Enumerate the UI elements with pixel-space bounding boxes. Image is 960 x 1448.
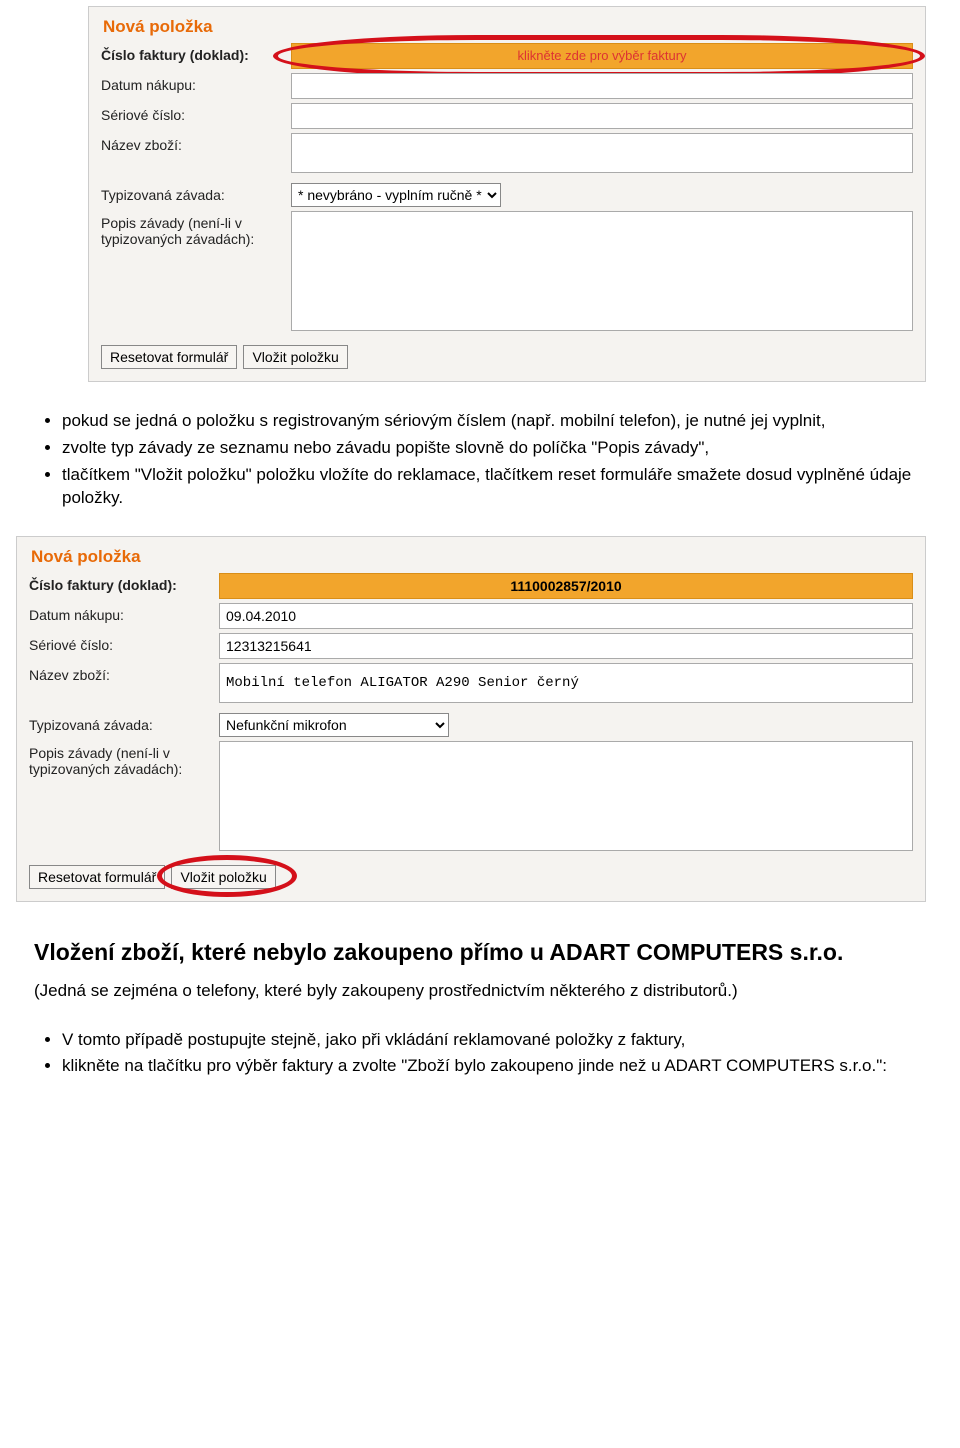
date-input[interactable] — [291, 73, 913, 99]
invoice-selector-button[interactable]: 1110002857/2010 — [219, 573, 913, 599]
name-label: Název zboží: — [101, 133, 291, 153]
reset-button[interactable]: Resetovat formulář — [29, 865, 165, 889]
serial-input[interactable] — [219, 633, 913, 659]
submit-button[interactable]: Vložit položku — [243, 345, 347, 369]
panel-title: Nová položka — [103, 17, 913, 37]
bullet-item: V tomto případě postupujte stejně, jako … — [62, 1029, 926, 1052]
date-label: Datum nákupu: — [101, 73, 291, 93]
new-item-panel-empty: Nová položka Číslo faktury (doklad): kli… — [88, 6, 926, 382]
type-label: Typizovaná závada: — [101, 183, 291, 203]
serial-label: Sériové číslo: — [101, 103, 291, 123]
date-input[interactable] — [219, 603, 913, 629]
new-item-panel-filled: Nová položka Číslo faktury (doklad): 111… — [16, 536, 926, 902]
instructions-block-1: pokud se jedná o položku s registrovaným… — [34, 410, 926, 510]
defect-type-select[interactable]: Nefunkční mikrofon — [219, 713, 449, 737]
invoice-label: Číslo faktury (doklad): — [29, 573, 219, 593]
serial-input[interactable] — [291, 103, 913, 129]
section-subtext: (Jedná se zejména o telefony, které byly… — [34, 981, 926, 1001]
serial-label: Sériové číslo: — [29, 633, 219, 653]
invoice-selector-button[interactable]: klikněte zde pro výběr faktury — [291, 43, 913, 69]
section-heading: Vložení zboží, které nebylo zakoupeno př… — [34, 938, 926, 967]
type-label: Typizovaná závada: — [29, 713, 219, 733]
reset-button[interactable]: Resetovat formulář — [101, 345, 237, 369]
submit-button[interactable]: Vložit položku — [171, 865, 275, 889]
name-label: Název zboží: — [29, 663, 219, 683]
invoice-label: Číslo faktury (doklad): — [101, 43, 291, 63]
defect-type-select[interactable]: * nevybráno - vyplním ručně * — [291, 183, 501, 207]
defect-desc-textarea[interactable] — [291, 211, 913, 331]
bullet-item: pokud se jedná o položku s registrovaným… — [62, 410, 926, 433]
date-label: Datum nákupu: — [29, 603, 219, 623]
desc-label: Popis závady (není-li v typizovaných záv… — [101, 211, 291, 247]
bullet-item: klikněte na tlačítku pro výběr faktury a… — [62, 1055, 926, 1078]
bullet-item: zvolte typ závady ze seznamu nebo závadu… — [62, 437, 926, 460]
name-input[interactable] — [219, 663, 913, 703]
name-input[interactable] — [291, 133, 913, 173]
instructions-block-2: V tomto případě postupujte stejně, jako … — [34, 1029, 926, 1079]
panel-title: Nová položka — [31, 547, 913, 567]
bullet-item: tlačítkem "Vložit položku" položku vloží… — [62, 464, 926, 510]
defect-desc-textarea[interactable] — [219, 741, 913, 851]
desc-label: Popis závady (není-li v typizovaných záv… — [29, 741, 219, 777]
